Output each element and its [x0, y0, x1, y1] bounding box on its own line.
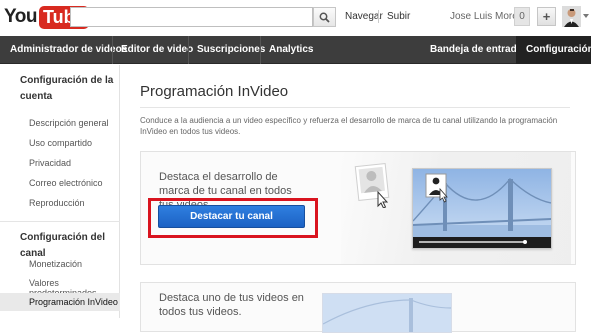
channel-avatar-illustration-icon	[354, 162, 390, 208]
user-photo-icon	[562, 6, 581, 27]
masthead: You Tube Navegar Subir Jose Luis Moreno …	[0, 0, 591, 36]
bridge-image-icon	[412, 169, 552, 248]
sidebar-divider	[0, 221, 120, 222]
settings-sidebar: Configuración de la cuenta Descripción g…	[0, 65, 120, 318]
sidebar-heading-channel: Configuración del canal	[20, 232, 105, 259]
account-menu-caret-icon[interactable]	[583, 14, 589, 18]
nav-inbox[interactable]: Bandeja de entrada	[430, 36, 522, 64]
bridge-image-icon	[322, 294, 452, 332]
feature-video-card: Destaca uno de tus videos en todos tus v…	[140, 282, 576, 333]
main-content: Programación InVideo Conduce a la audien…	[121, 65, 591, 333]
sidebar-heading-account: Configuración de la cuenta	[20, 75, 114, 102]
feature-channel-button[interactable]: Destacar tu canal	[158, 205, 305, 228]
sidebar-item-playback[interactable]: Reproducción	[29, 198, 85, 208]
sidebar-item-overview[interactable]: Descripción general	[29, 118, 109, 128]
nav-divider	[260, 36, 261, 64]
notification-count-badge[interactable]: 0	[514, 7, 530, 26]
title-divider	[140, 107, 570, 108]
sidebar-item-sharing[interactable]: Uso compartido	[29, 138, 92, 148]
nav-video-editor[interactable]: Editor de video	[121, 36, 193, 64]
nav-analytics[interactable]: Analytics	[269, 36, 313, 64]
video-preview-thumbnail-2	[322, 293, 452, 333]
nav-subscriptions[interactable]: Suscripciones	[197, 36, 265, 64]
video-preview-thumbnail	[412, 168, 552, 249]
nav-divider	[188, 36, 189, 64]
sidebar-item-email[interactable]: Correo electrónico	[29, 178, 103, 188]
nav-settings[interactable]: Configuración	[516, 36, 591, 64]
sidebar-item-monetization[interactable]: Monetización	[29, 259, 82, 269]
search-icon	[319, 12, 330, 23]
sidebar-item-invideo[interactable]: Programación InVideo	[0, 293, 120, 311]
search-input[interactable]	[70, 7, 313, 27]
sidebar-item-privacy[interactable]: Privacidad	[29, 158, 71, 168]
search-button[interactable]	[313, 7, 336, 27]
page-title: Programación InVideo	[140, 83, 289, 100]
feature-video-description: Destaca uno de tus videos en todos tus v…	[159, 292, 304, 318]
nav-video-manager[interactable]: Administrador de videos	[10, 36, 127, 64]
intro-text: Conduce a la audiencia a un video especí…	[140, 116, 558, 136]
avatar[interactable]	[562, 6, 581, 27]
nav-divider	[112, 36, 113, 64]
logo-you-text: You	[4, 6, 37, 27]
creator-nav-bar: Administrador de videos Editor de video …	[0, 36, 591, 64]
add-button[interactable]: +	[537, 7, 556, 26]
divider	[378, 10, 379, 23]
feature-channel-card: Destaca el desarrollo de marca de tu can…	[140, 151, 576, 265]
upload-link[interactable]: Subir	[387, 11, 410, 22]
